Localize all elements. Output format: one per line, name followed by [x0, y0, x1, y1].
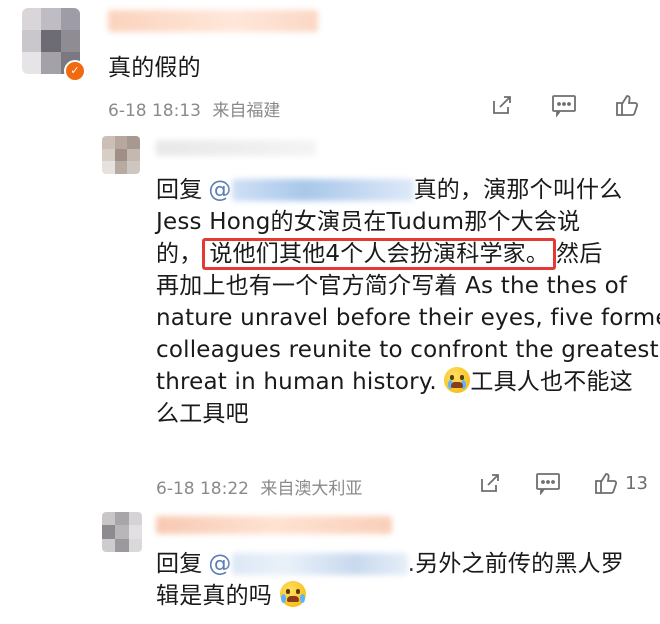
- reply-comment-button[interactable]: [535, 471, 561, 495]
- reply-text: 回复 @ 真的，演那个叫什么 Jess Hong的女演员在Tudum那个大会说 …: [156, 177, 660, 427]
- reply2-username[interactable]: [156, 516, 392, 534]
- crying-emoji-icon: [444, 367, 471, 393]
- verified-badge-icon: ✓: [64, 60, 86, 82]
- comment-icon: [535, 473, 560, 495]
- like-icon: [616, 95, 639, 116]
- reply-meta: 6-18 18:22 来自澳大利亚: [156, 474, 362, 499]
- comment-location: 来自福建: [212, 101, 281, 121]
- mention-blurred[interactable]: [231, 553, 408, 575]
- reply-time: 6-18 18:22: [156, 479, 249, 499]
- mention-blurred[interactable]: [231, 179, 414, 201]
- like-button[interactable]: [614, 92, 640, 118]
- reply-avatar[interactable]: [102, 136, 140, 174]
- reply2-text: 回复 @ .另外之前传的黑人罗 辑是真的吗: [156, 551, 624, 609]
- like-count: 13: [625, 472, 648, 494]
- highlighted-text: 说他们其他4个人会扮演科学家。: [202, 238, 557, 270]
- share-icon: [481, 474, 499, 492]
- like-icon: [595, 473, 618, 494]
- reply-share-button[interactable]: [478, 471, 502, 495]
- comment-actions: [490, 92, 640, 118]
- share-button[interactable]: [490, 93, 514, 117]
- laughing-crying-emoji-icon: [279, 581, 306, 607]
- reply-actions: 13: [478, 470, 648, 496]
- reply-username[interactable]: [156, 140, 316, 156]
- username[interactable]: [108, 10, 318, 32]
- reply-like-button[interactable]: 13: [593, 470, 648, 496]
- comment-icon: [552, 95, 576, 117]
- comment-meta: 6-18 18:13 来自福建: [108, 96, 280, 121]
- reply-location: 来自澳大利亚: [260, 479, 363, 499]
- comment-time: 6-18 18:13: [108, 101, 201, 121]
- reply2-avatar[interactable]: [102, 512, 142, 552]
- comment-button[interactable]: [551, 93, 577, 117]
- comment-text: 真的假的: [108, 55, 201, 81]
- share-icon: [493, 96, 511, 114]
